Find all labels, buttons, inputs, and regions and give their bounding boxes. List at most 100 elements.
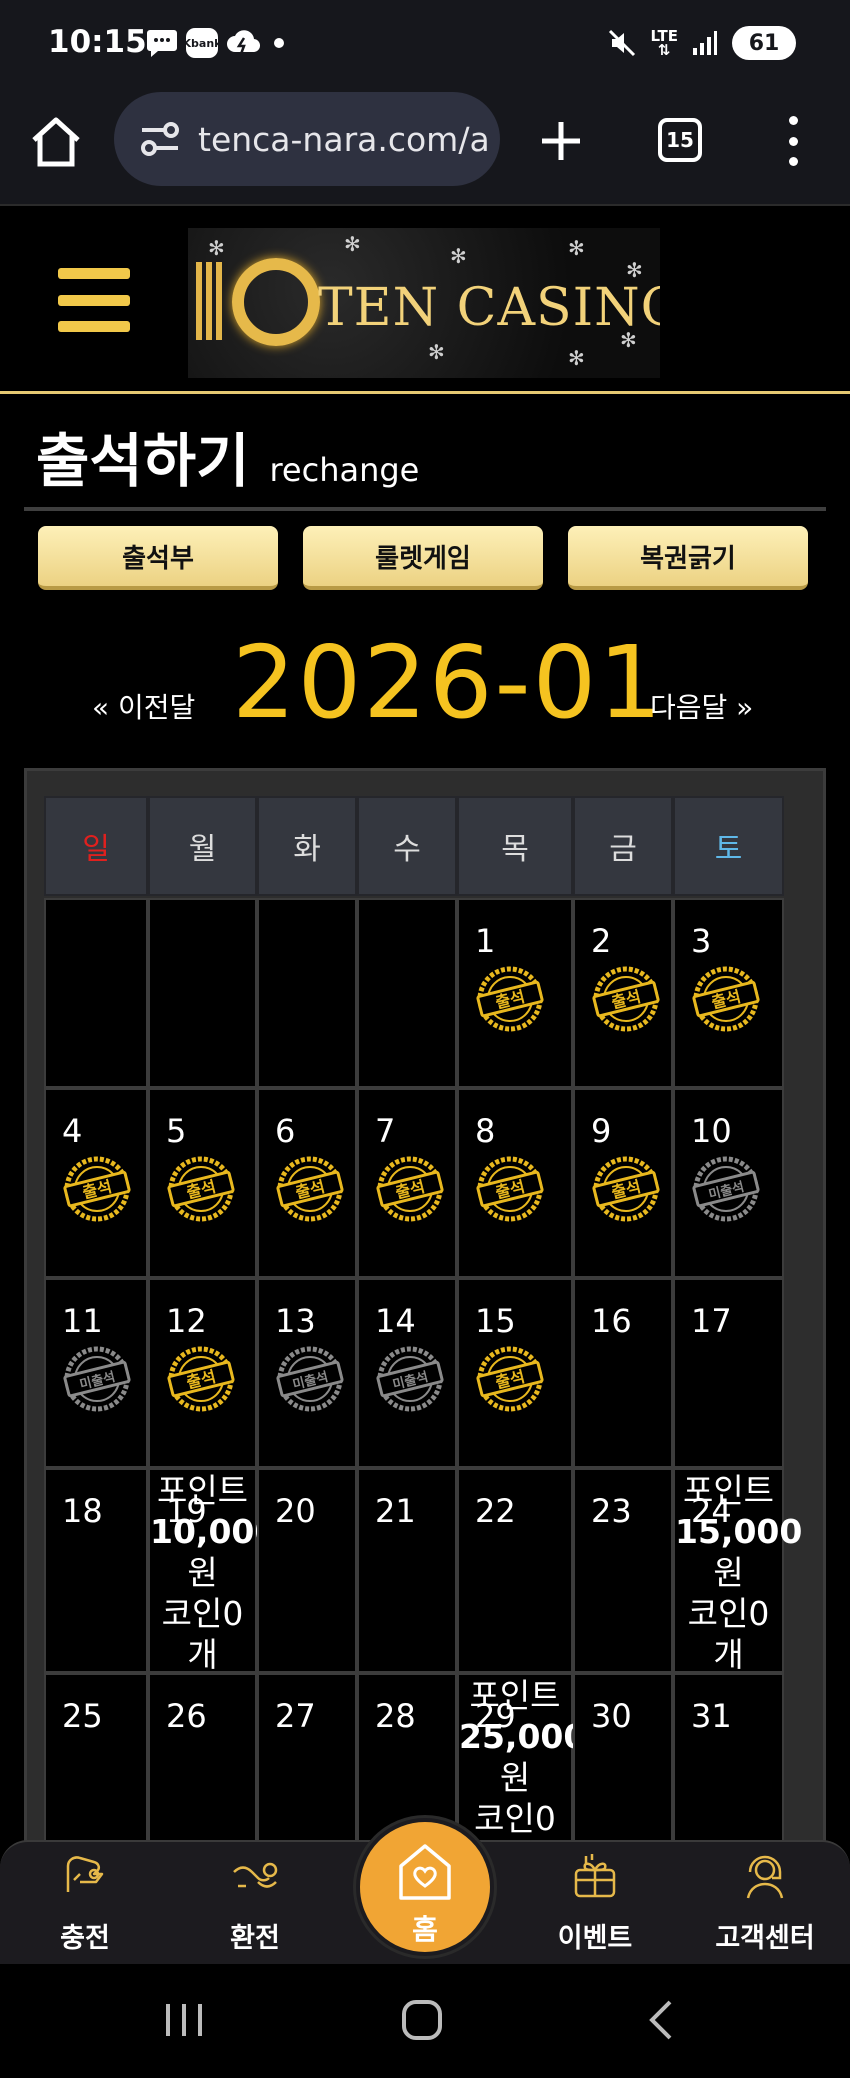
day-number: 25 <box>62 1697 103 1735</box>
reward-line: 코인0 <box>161 1594 244 1633</box>
day-number: 31 <box>691 1697 732 1735</box>
calendar-day-cell: 13 미출석 <box>257 1278 357 1468</box>
snowflake-icon: ✻ <box>568 346 585 370</box>
calendar-empty-cell <box>257 898 357 1088</box>
next-month-link[interactable]: 다음달 » <box>650 686 753 726</box>
calendar-day-cell: 24 포인트 15,000 원 코인0 개 <box>673 1468 803 1674</box>
nav-deposit[interactable]: 충전 <box>0 1842 170 1966</box>
tab-switcher-button[interactable]: 15 <box>658 118 702 162</box>
calendar-day-cell: 2 출석 <box>573 898 673 1088</box>
lte-icon: LTE ⇅ <box>650 27 678 59</box>
logo-ring-graphic <box>232 258 320 346</box>
calendar-day-cell: 21 <box>357 1468 457 1673</box>
attended-stamp-icon: 출석 <box>476 1156 544 1222</box>
tab-attendance[interactable]: 출석부 <box>38 526 278 590</box>
day-number: 6 <box>275 1112 296 1150</box>
calendar-day-cell: 22 <box>457 1468 573 1673</box>
day-number: 10 <box>691 1112 732 1150</box>
reward-line: 25,000 <box>459 1717 587 1756</box>
reward-line: 원 <box>187 1553 218 1592</box>
calendar-day-cell: 6 출석 <box>257 1088 357 1278</box>
calendar-day-cell: 8 출석 <box>457 1088 573 1278</box>
site-logo[interactable]: TEN CASINO ✻ ✻ ✻ ✻ ✻ ✻ ✻ ✻ <box>188 228 660 378</box>
day-number: 1 <box>475 922 496 960</box>
attended-stamp-icon: 출석 <box>592 1156 660 1222</box>
calendar-day-cell: 23 <box>573 1468 673 1673</box>
attended-stamp-icon: 출석 <box>592 966 660 1032</box>
snowflake-icon: ✻ <box>208 236 225 260</box>
reward-line: 15,000 <box>675 1512 803 1551</box>
nav-exchange[interactable]: 환전 <box>170 1842 340 1966</box>
nav-deposit-label: 충전 <box>60 1923 110 1954</box>
gift-icon <box>574 1854 616 1898</box>
reward-line: 원 <box>499 1758 531 1797</box>
weekday-header: 일 <box>44 796 148 896</box>
day-number: 14 <box>375 1302 416 1340</box>
browser-toolbar: tenca-nara.com/a 15 <box>0 88 850 206</box>
page-subtitle: rechange <box>269 451 420 489</box>
calendar-empty-cell <box>44 898 148 1088</box>
day-number: 28 <box>375 1697 416 1735</box>
logo-bars-graphic <box>196 262 226 340</box>
daily-reward: 포인트 10,000 원 코인0 개 <box>150 1470 278 1675</box>
notification-icons: Kbank <box>146 28 284 58</box>
nav-event[interactable]: 이벤트 <box>510 1842 680 1966</box>
browser-menu-icon[interactable] <box>778 116 808 166</box>
calendar-empty-cell <box>148 898 257 1088</box>
chat-bubble-icon <box>147 30 177 57</box>
nav-support[interactable]: 고객센터 <box>680 1842 850 1966</box>
snowflake-icon: ✻ <box>344 232 361 256</box>
weekday-header: 수 <box>357 796 457 896</box>
day-number: 3 <box>691 922 712 960</box>
calendar-day-cell: 16 <box>573 1278 673 1468</box>
back-icon[interactable] <box>646 1998 676 2042</box>
title-divider <box>24 507 826 511</box>
day-number: 13 <box>275 1302 316 1340</box>
snowflake-icon: ✻ <box>626 258 643 282</box>
calendar-day-cell: 12 출석 <box>148 1278 257 1468</box>
day-number: 21 <box>375 1492 416 1530</box>
calendar-day-cell: 15 출석 <box>457 1278 573 1468</box>
missed-stamp-icon: 미출석 <box>276 1346 344 1412</box>
address-bar[interactable]: tenca-nara.com/a <box>114 92 500 186</box>
android-navigation-bar <box>0 1964 850 2078</box>
reward-line: 개 <box>187 1635 218 1674</box>
day-number: 30 <box>591 1697 632 1735</box>
site-settings-icon[interactable] <box>140 121 180 157</box>
mute-icon <box>609 29 636 57</box>
browser-home-icon[interactable] <box>28 114 84 170</box>
exchange-icon <box>233 1862 278 1888</box>
android-home-icon[interactable] <box>400 1998 444 2042</box>
new-tab-icon[interactable] <box>536 116 586 166</box>
signal-icon <box>693 31 717 55</box>
logo-text: TEN CASINO <box>318 278 660 338</box>
day-number: 15 <box>475 1302 516 1340</box>
day-number: 27 <box>275 1697 316 1735</box>
previous-month-link[interactable]: « 이전달 <box>92 686 195 726</box>
attended-stamp-icon: 출석 <box>63 1156 131 1222</box>
snowflake-icon: ✻ <box>568 236 585 260</box>
url-text: tenca-nara.com/a <box>198 119 490 159</box>
hamburger-menu-icon[interactable] <box>58 268 130 332</box>
tab-roulette[interactable]: 룰렛게임 <box>303 526 543 590</box>
calendar-day-cell: 4 출석 <box>44 1088 148 1278</box>
calendar-day-cell: 1 출석 <box>457 898 573 1088</box>
reward-line: 포인트 <box>682 1471 775 1510</box>
reward-line: 10,000 <box>150 1512 278 1551</box>
tab-lottery[interactable]: 복권긁기 <box>568 526 808 590</box>
nav-home[interactable]: 홈 <box>356 1818 494 1956</box>
weekday-header: 월 <box>148 796 257 896</box>
calendar-day-cell: 5 출석 <box>148 1088 257 1278</box>
support-icon <box>746 1855 784 1899</box>
day-number: 11 <box>62 1302 103 1340</box>
nav-exchange-label: 환전 <box>230 1923 280 1954</box>
weekday-header: 토 <box>673 796 784 896</box>
status-time: 10:15 <box>48 24 147 60</box>
attended-stamp-icon: 출석 <box>692 966 760 1032</box>
reward-line: 원 <box>713 1553 744 1592</box>
calendar-day-cell: 14 미출석 <box>357 1278 457 1468</box>
recent-apps-icon[interactable] <box>162 2000 206 2040</box>
day-number: 12 <box>166 1302 207 1340</box>
calendar-day-cell: 9 출석 <box>573 1088 673 1278</box>
calendar-day-cell: 10 미출석 <box>673 1088 784 1278</box>
